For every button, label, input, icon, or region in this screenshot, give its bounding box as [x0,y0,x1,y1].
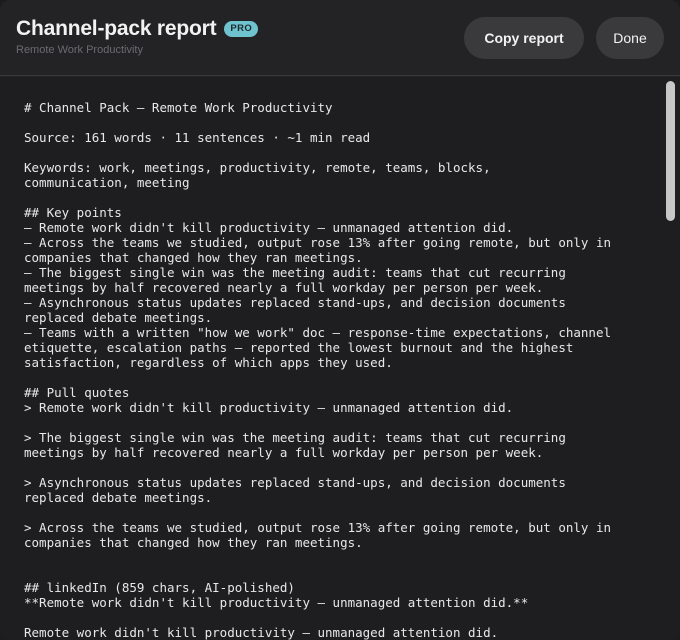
vertical-scrollbar-thumb[interactable] [666,81,675,221]
report-subtitle: Remote Work Productivity [16,44,143,56]
page-title: Channel-pack report [16,17,217,40]
copy-report-button[interactable]: Copy report [464,17,584,59]
report-text: # Channel Pack — Remote Work Productivit… [24,100,611,640]
pro-badge: PRO [224,21,259,37]
done-button[interactable]: Done [596,17,664,59]
header-bar: Channel-pack report PRO Remote Work Prod… [0,0,680,76]
report-content-area[interactable]: # Channel Pack — Remote Work Productivit… [0,77,680,640]
report-window: Channel-pack report PRO Remote Work Prod… [0,0,680,640]
title-row: Channel-pack report PRO [16,17,259,41]
